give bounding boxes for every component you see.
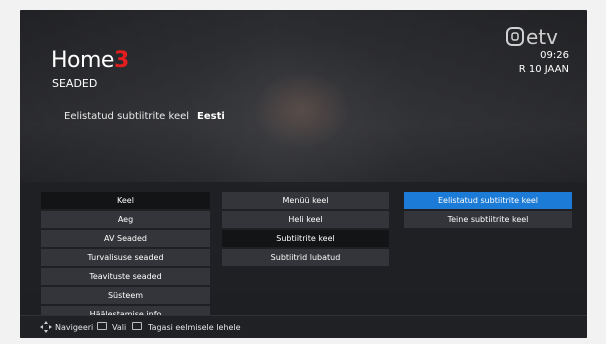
channel-logo-text: etv <box>526 26 558 48</box>
clock: 09:26 R 10 JAAN <box>519 49 569 77</box>
ok-key-icon <box>97 322 107 330</box>
background-video <box>20 10 587 182</box>
menu-column-categories: Keel Aeg AV Seaded Turvalisuse seaded Te… <box>41 192 210 325</box>
menu-item-teavituste-seaded[interactable]: Teavituste seaded <box>41 268 210 285</box>
navigate-hint: Navigeeri <box>55 323 94 332</box>
menu-item-teine-subtiitrite-keel[interactable]: Teine subtiitrite keel <box>404 211 572 228</box>
menu-item-turvalisuse-seaded[interactable]: Turvalisuse seaded <box>41 249 210 266</box>
menu-item-menuu-keel[interactable]: Menüü keel <box>222 192 389 209</box>
brand-number: 3 <box>113 48 129 73</box>
footer-hints: Navigeeri Vali Tagasi eelmisele lehele <box>20 315 587 338</box>
tv-screen: Home3 SEADED etv 09:26 R 10 JAAN Eelista… <box>20 10 587 338</box>
menu-item-subtiitrid-lubatud[interactable]: Subtiitrid lubatud <box>222 249 389 266</box>
menu-column-language: Menüü keel Heli keel Subtiitrite keel Su… <box>222 192 389 268</box>
menu-column-subtitles: Eelistatud subtiitrite keel Teine subtii… <box>404 192 572 230</box>
back-hint: Tagasi eelmisele lehele <box>148 323 241 332</box>
preference-label: Eelistatud subtiitrite keel <box>64 111 190 122</box>
current-preference: Eelistatud subtiitrite keel Eesti <box>64 111 225 122</box>
menu-item-susteem[interactable]: Süsteem <box>41 287 210 304</box>
etv-channel-logo: etv <box>506 26 558 48</box>
menu-item-keel[interactable]: Keel <box>41 192 210 209</box>
menu-item-aeg[interactable]: Aeg <box>41 211 210 228</box>
menu-item-heli-keel[interactable]: Heli keel <box>222 211 389 228</box>
time: 09:26 <box>540 50 569 61</box>
menu-item-eelistatud-subtiitrite-keel[interactable]: Eelistatud subtiitrite keel <box>404 192 572 209</box>
dpad-navigate-icon <box>40 321 52 333</box>
page-title: SEADED <box>52 77 98 90</box>
settings-menu: Keel Aeg AV Seaded Turvalisuse seaded Te… <box>20 182 587 323</box>
preference-value: Eesti <box>197 111 225 122</box>
select-hint: Vali <box>112 323 127 332</box>
back-key-icon <box>132 322 142 330</box>
menu-item-subtiitrite-keel[interactable]: Subtiitrite keel <box>222 230 389 247</box>
date: R 10 JAAN <box>518 64 569 75</box>
home3-logo: Home3 <box>51 48 129 74</box>
menu-item-av-seaded[interactable]: AV Seaded <box>41 230 210 247</box>
brand-text: Home <box>51 48 114 73</box>
